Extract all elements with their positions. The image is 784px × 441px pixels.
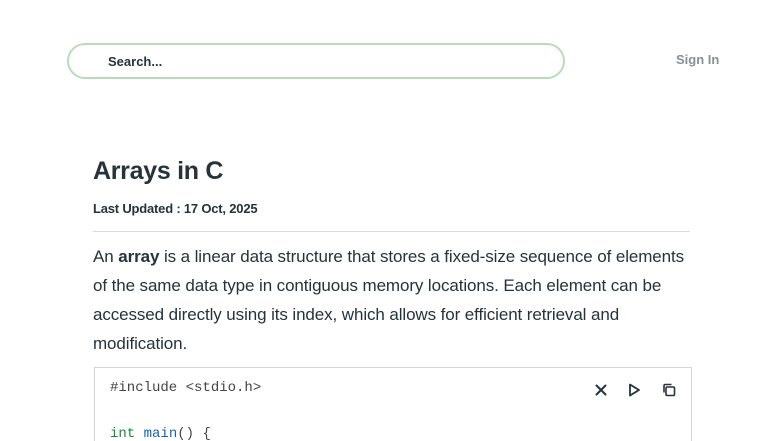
intro-paragraph: An array is a linear data structure that… <box>93 242 693 358</box>
close-code-button[interactable] <box>592 381 609 398</box>
sign-in-link[interactable]: Sign In <box>676 52 719 67</box>
code-keyword: int <box>110 426 136 441</box>
intro-term: array <box>118 247 160 266</box>
code-line-main: int main() { <box>110 426 211 441</box>
code-function-name: main <box>143 426 178 441</box>
code-toolbar <box>592 381 677 398</box>
copy-code-button[interactable] <box>660 381 677 398</box>
code-line-include: #include <stdio.h> <box>110 380 262 396</box>
search-input[interactable] <box>108 52 528 70</box>
divider <box>93 231 690 232</box>
intro-lead: An <box>93 247 119 266</box>
intro-rest: is a linear data structure that stores a… <box>93 247 685 353</box>
page-title: Arrays in C <box>93 157 224 185</box>
page: Sign In Arrays in C Last Updated : 17 Oc… <box>0 0 784 441</box>
code-block[interactable]: #include <stdio.h> int main() { <box>94 367 692 441</box>
run-code-button[interactable] <box>626 381 643 398</box>
close-icon <box>595 384 607 396</box>
search-bar[interactable] <box>67 43 565 79</box>
code-punctuation: () { <box>177 426 211 441</box>
last-updated-date: Last Updated : 17 Oct, 2025 <box>93 201 258 216</box>
run-icon <box>628 383 641 397</box>
copy-icon <box>662 383 676 397</box>
